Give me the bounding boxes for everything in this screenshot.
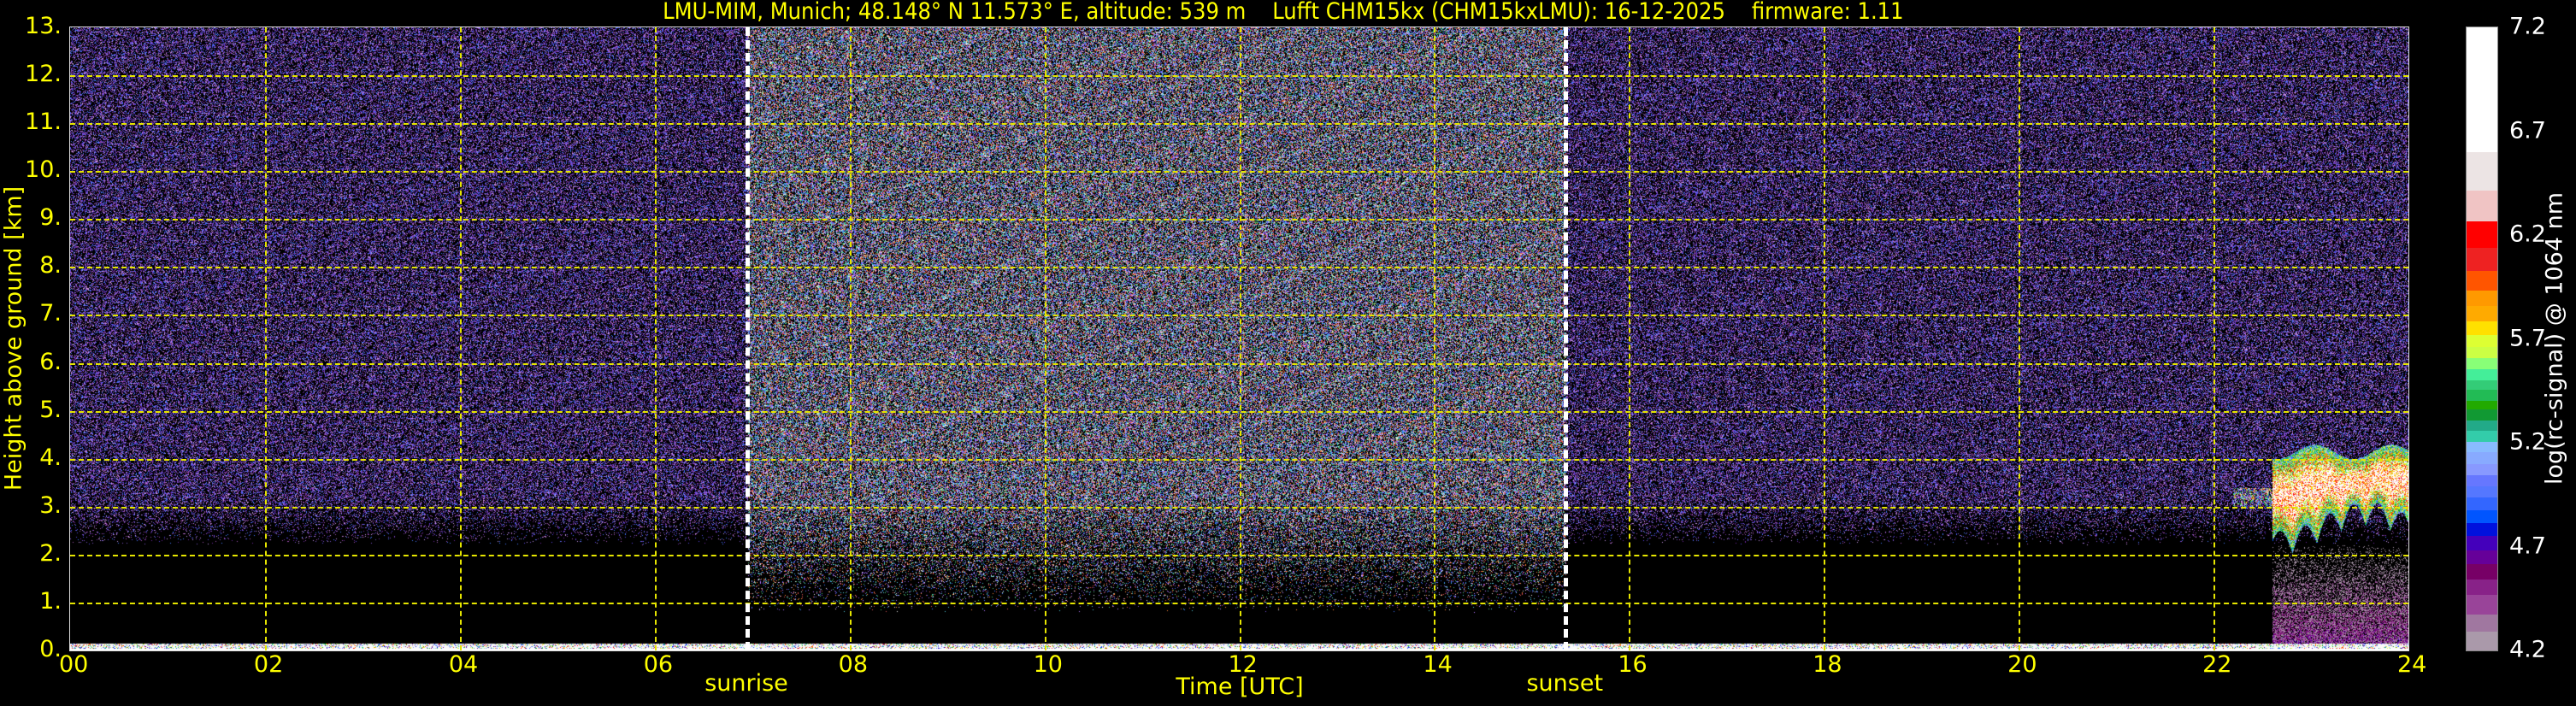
y-tick-label: 6.	[39, 348, 62, 375]
grid-line-vertical	[1629, 27, 1631, 650]
colorbar-bin	[2467, 523, 2497, 537]
colorbar-bin	[2467, 290, 2497, 307]
y-tick-label: 2.	[39, 539, 62, 567]
x-tick-label: 04	[448, 651, 479, 678]
colorbar-bin	[2467, 321, 2497, 336]
x-tick-label: 00	[59, 651, 89, 678]
colorbar-bin	[2467, 550, 2497, 565]
colorbar-bin	[2467, 368, 2497, 381]
grid-line-vertical	[654, 27, 657, 650]
colorbar-bin	[2467, 580, 2497, 596]
x-tick-label: 22	[2202, 651, 2232, 678]
colorbar-tick-label: 6.7	[2509, 117, 2546, 144]
colorbar-bin	[2467, 474, 2497, 487]
colorbar-bin	[2467, 152, 2497, 191]
grid-line-vertical	[1044, 27, 1046, 650]
x-tick-label: 06	[643, 651, 674, 678]
colorbar-bin	[2467, 389, 2497, 402]
colorbar-bin	[2467, 442, 2497, 453]
colorbar-bin	[2467, 463, 2497, 476]
colorbar-bin	[2467, 221, 2497, 249]
colorbar-bin	[2467, 497, 2497, 511]
colorbar-bin	[2467, 27, 2497, 153]
y-tick-label: 5.	[39, 396, 62, 423]
colorbar-bin	[2467, 614, 2497, 632]
y-tick-label: 13.	[25, 13, 62, 39]
grid-line-vertical	[2019, 27, 2021, 650]
x-tick-label: 24	[2397, 651, 2427, 678]
colorbar-tick-label: 6.2	[2509, 221, 2546, 248]
colorbar-bin	[2467, 535, 2497, 551]
x-tick-label: 08	[838, 651, 869, 678]
x-tick-label: 14	[1423, 651, 1453, 678]
colorbar-tick-label: 4.2	[2509, 636, 2546, 663]
y-tick-label: 1.	[39, 587, 62, 615]
y-tick-label: 8.	[39, 252, 62, 279]
colorbar-bin	[2467, 452, 2497, 465]
colorbar-bin	[2467, 271, 2497, 291]
colorbar-tick-label: 7.2	[2509, 13, 2546, 40]
x-tick-label: 18	[1813, 651, 1842, 678]
colorbar-bin	[2467, 563, 2497, 580]
colorbar-bin	[2467, 346, 2497, 359]
x-tick-label: 02	[253, 651, 284, 678]
x-tick-label: 16	[1618, 651, 1648, 678]
y-tick-label: 7.	[39, 300, 62, 327]
y-tick-label: 3.	[39, 491, 62, 519]
colorbar-tick-label: 5.2	[2509, 428, 2546, 456]
colorbar-bin	[2467, 409, 2497, 421]
grid-line-vertical	[849, 27, 852, 650]
y-tick-label: 4.	[39, 444, 62, 471]
y-tick-label: 0.	[39, 636, 62, 662]
grid-line-vertical	[1824, 27, 1826, 650]
colorbar-bin	[2467, 357, 2497, 370]
sunset-label: sunset	[1526, 670, 1604, 697]
colorbar-bin	[2467, 595, 2497, 615]
colorbar-bin	[2467, 485, 2497, 498]
chart-title: LMU-MIM, Munich; 48.148° N 11.573° E, al…	[663, 0, 1904, 25]
colorbar-bin	[2467, 190, 2497, 222]
grid-line-vertical	[264, 27, 267, 650]
grid-line-vertical	[1434, 27, 1436, 650]
colorbar-bin	[2467, 306, 2497, 322]
sunset-line	[1564, 27, 1569, 650]
colorbar-bin	[2467, 509, 2497, 524]
colorbar-bin	[2467, 335, 2497, 348]
x-tick-label: 10	[1033, 651, 1063, 678]
y-tick-label: 12.	[25, 61, 62, 88]
grid-line-vertical	[2213, 27, 2216, 650]
y-tick-label: 11.	[25, 109, 62, 136]
colorbar-bin	[2467, 431, 2497, 443]
colorbar-bin	[2467, 400, 2497, 410]
sunrise-line	[746, 27, 750, 650]
y-tick-label: 10.	[25, 156, 62, 184]
colorbar	[2466, 26, 2498, 651]
colorbar-tick-label: 4.7	[2509, 532, 2546, 559]
x-tick-label: 12	[1228, 651, 1258, 678]
y-tick-label: 9.	[39, 204, 62, 232]
colorbar-bin	[2467, 421, 2497, 432]
colorbar-bin	[2467, 247, 2497, 272]
colorbar-tick-label: 5.7	[2509, 325, 2546, 351]
colorbar-bin	[2467, 380, 2497, 391]
colorbar-bin	[2467, 631, 2497, 651]
grid-line-vertical	[459, 27, 462, 650]
x-tick-label: 20	[2007, 651, 2037, 678]
grid-line-vertical	[1239, 27, 1241, 650]
plot-area	[69, 26, 2409, 651]
sunrise-label: sunrise	[704, 670, 788, 697]
